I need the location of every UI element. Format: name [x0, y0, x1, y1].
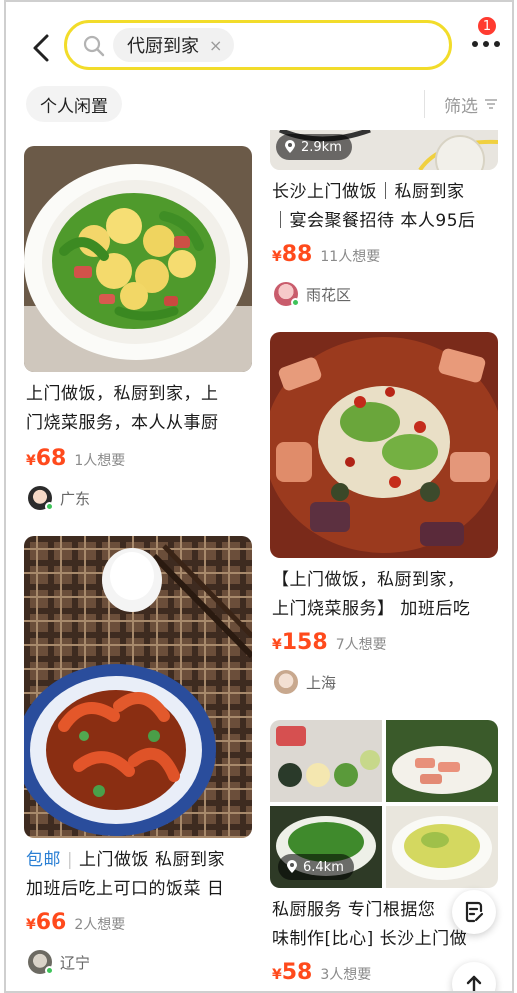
listing-title[interactable]: 包邮 | 上门做饭 私厨到家 加班后吃上可口的饭菜 日: [26, 846, 258, 904]
location-text: 辽宁: [60, 953, 91, 972]
price: ¥58: [272, 960, 313, 985]
title-line: 包邮 | 上门做饭 私厨到家: [26, 850, 225, 870]
back-to-top-button[interactable]: [452, 962, 496, 991]
egg-pepper-stirfry-image: [24, 146, 252, 372]
avatar: [28, 486, 54, 511]
title-line: 长沙上门做饭｜私厨到家: [272, 182, 465, 202]
wants-count: 11人想要: [320, 249, 381, 265]
app-screen: 代厨到家 × 1 个人闲置 筛选 2.9km 长沙上门做饭｜私厨到家 ｜宴会聚餐…: [4, 0, 514, 993]
price-row: ¥66 2人想要: [26, 910, 125, 935]
location-pin-icon: [285, 140, 295, 153]
listing-title[interactable]: 上门做饭，私厨到家，上 门烧菜服务，本人从事厨: [26, 380, 256, 438]
avatar: [274, 282, 300, 307]
listing-image[interactable]: 6.4km: [270, 720, 498, 888]
seller-row[interactable]: 辽宁: [28, 950, 91, 975]
listing-image[interactable]: [24, 146, 252, 372]
distance-text: 2.9km: [301, 139, 342, 155]
seller-row[interactable]: 上海: [274, 670, 336, 694]
listing-title[interactable]: 私厨服务 专门根据您 味制作[比心] 长沙上门做: [272, 896, 478, 954]
filter-button[interactable]: 筛选: [444, 90, 498, 118]
wants-count: 7人想要: [335, 637, 387, 653]
seller-row[interactable]: 雨花区: [274, 282, 352, 307]
title-text: 上门做饭 私厨到家: [79, 850, 225, 870]
seller-row[interactable]: 广东: [28, 486, 91, 511]
free-shipping-tag: 包邮: [26, 850, 61, 870]
title-line: 【上门做饭，私厨到家，: [272, 570, 465, 590]
dot-icon: [472, 41, 478, 47]
title-line: 味制作[比心] 长沙上门做: [272, 929, 468, 949]
chevron-left-icon: [33, 34, 49, 62]
arrow-up-icon: [466, 975, 482, 991]
price-row: ¥68 1人想要: [26, 446, 125, 471]
divider: [424, 90, 425, 118]
dot-icon: [494, 41, 500, 47]
search-bar[interactable]: 代厨到家 ×: [64, 20, 452, 70]
more-options-button[interactable]: [468, 34, 504, 54]
location-text: 上海: [306, 673, 337, 692]
location-text: 广东: [60, 489, 91, 508]
search-keyword: 代厨到家: [127, 36, 199, 57]
dot-icon: [483, 41, 489, 47]
braised-shrimp-image: [24, 536, 252, 838]
title-line: 上门烧菜服务】 加班后吃: [272, 599, 471, 619]
back-button[interactable]: [24, 28, 58, 68]
wants-count: 3人想要: [320, 967, 372, 983]
price-row: ¥158 7人想要: [272, 630, 387, 655]
price: ¥66: [26, 910, 67, 935]
price-row: ¥58 3人想要: [272, 960, 371, 985]
distance-text: 6.4km: [303, 859, 344, 875]
listing-title[interactable]: 长沙上门做饭｜私厨到家 ｜宴会聚餐招待 本人95后: [272, 178, 508, 236]
publish-button[interactable]: [452, 890, 496, 934]
filter-chip-personal-idle[interactable]: 个人闲置: [26, 86, 122, 122]
price-row: ¥88 11人想要: [272, 242, 380, 267]
edit-note-icon: [465, 901, 484, 923]
listing-title[interactable]: 【上门做饭，私厨到家， 上门烧菜服务】 加班后吃: [272, 566, 512, 624]
search-keyword-chip[interactable]: 代厨到家 ×: [113, 28, 235, 62]
title-line: 门烧菜服务，本人从事厨: [26, 413, 219, 433]
filter-label: 筛选: [444, 96, 478, 117]
title-line: 上门做饭，私厨到家，上: [26, 384, 219, 404]
wants-count: 2人想要: [74, 917, 126, 933]
filter-icon: [485, 99, 497, 109]
listing-image[interactable]: 2.9km: [270, 130, 498, 170]
price: ¥158: [272, 630, 328, 655]
title-line: 私厨服务 专门根据您: [272, 900, 436, 920]
distance-badge: 2.9km: [276, 134, 352, 160]
title-line: ｜宴会聚餐招待 本人95后: [272, 211, 476, 231]
avatar: [274, 670, 298, 694]
listing-image[interactable]: [270, 332, 498, 558]
wants-count: 1人想要: [74, 453, 126, 469]
distance-badge: 6.4km: [278, 854, 354, 880]
location-pin-icon: [287, 860, 297, 873]
spicy-boiled-dish-image: [270, 332, 498, 558]
notification-badge: 1: [476, 15, 498, 37]
title-line: 加班后吃上可口的饭菜 日: [26, 879, 225, 899]
price: ¥68: [26, 446, 67, 471]
avatar: [28, 950, 54, 975]
clear-keyword-icon[interactable]: ×: [209, 36, 222, 55]
location-text: 雨花区: [306, 285, 352, 304]
price: ¥88: [272, 242, 313, 267]
listing-image[interactable]: [24, 536, 252, 838]
search-icon: [83, 35, 105, 57]
